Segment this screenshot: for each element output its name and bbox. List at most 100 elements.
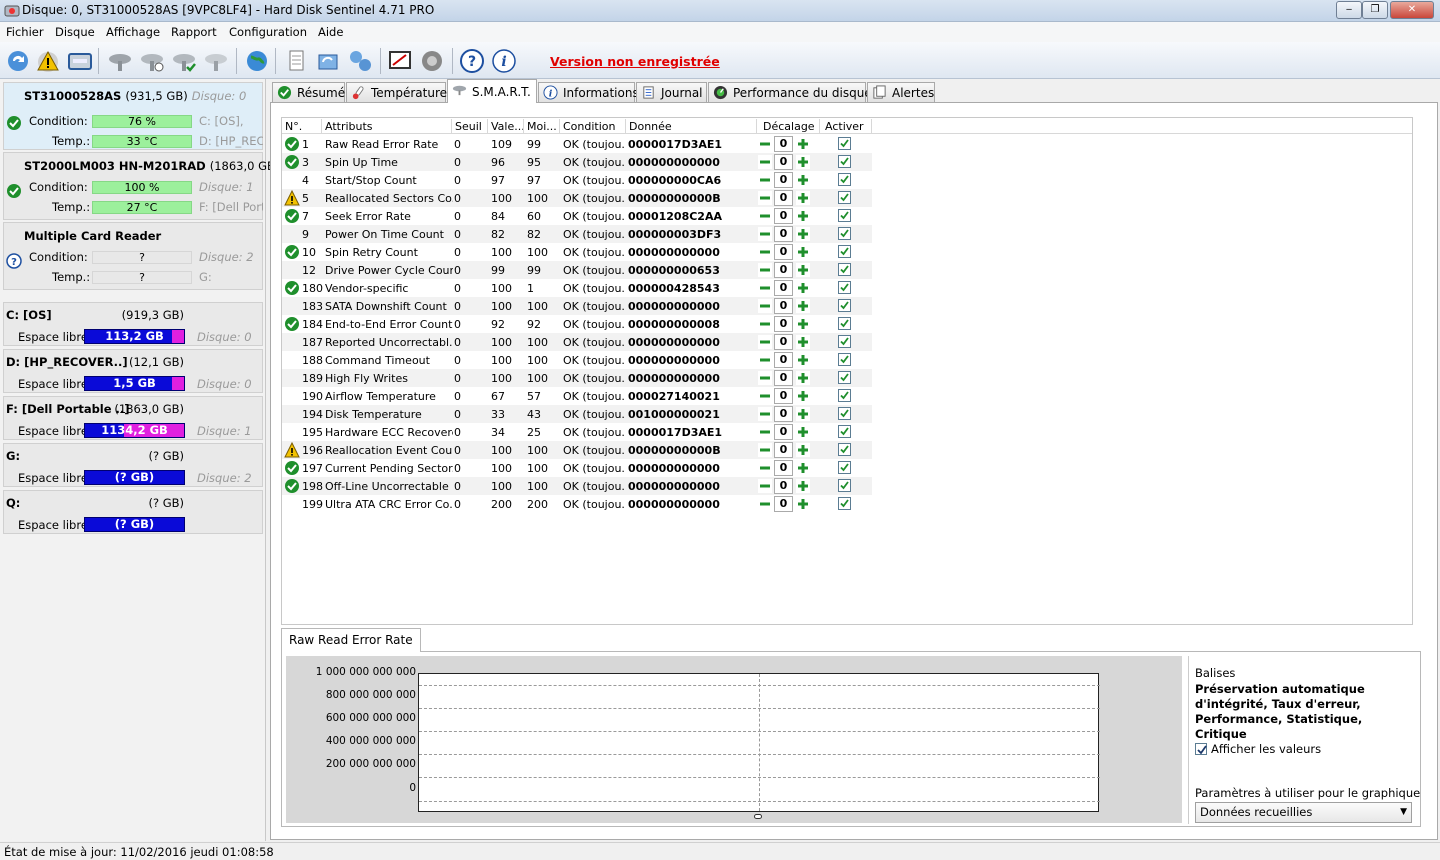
minus-icon[interactable] bbox=[758, 137, 772, 151]
table-row[interactable]: 194Disk Temperature 0 33 43 OK (toujou...001… bbox=[282, 405, 872, 423]
offset-stepper[interactable]: 0 bbox=[757, 262, 811, 278]
activate-checkbox[interactable] bbox=[838, 155, 851, 168]
table-row[interactable]: 189High Fly Writes0100100OK (toujou...00… bbox=[282, 369, 872, 387]
menu-affichage[interactable]: Affichage bbox=[106, 25, 160, 39]
menu-configuration[interactable]: Configuration bbox=[229, 25, 307, 39]
offset-stepper[interactable]: 0 bbox=[757, 190, 811, 206]
offset-value[interactable]: 0 bbox=[774, 442, 793, 458]
offset-stepper[interactable]: 0 bbox=[757, 136, 811, 152]
activate-checkbox[interactable] bbox=[838, 191, 851, 204]
volume-item[interactable]: Q: (? GB) Espace libre (? GB) bbox=[3, 490, 263, 534]
tab-journal[interactable]: Journal bbox=[636, 82, 707, 102]
column-header-donnee[interactable]: Donnée bbox=[629, 120, 672, 133]
offset-stepper[interactable]: 0 bbox=[757, 298, 811, 314]
activate-checkbox[interactable] bbox=[838, 137, 851, 150]
minus-icon[interactable] bbox=[758, 389, 772, 403]
tab-alertes[interactable]: Alertes bbox=[867, 82, 935, 102]
plus-icon[interactable] bbox=[796, 227, 810, 241]
plus-icon[interactable] bbox=[796, 137, 810, 151]
plus-icon[interactable] bbox=[796, 191, 810, 205]
activate-checkbox[interactable] bbox=[838, 389, 851, 402]
offset-value[interactable]: 0 bbox=[774, 424, 793, 440]
plus-icon[interactable] bbox=[796, 317, 810, 331]
offset-value[interactable]: 0 bbox=[774, 388, 793, 404]
column-header-condition[interactable]: Condition bbox=[563, 120, 616, 133]
table-row[interactable]: 198 Off-Line Uncorrectable ... 0 100 100 OK (… bbox=[282, 477, 872, 495]
minus-icon[interactable] bbox=[758, 479, 772, 493]
activate-checkbox[interactable] bbox=[838, 299, 851, 312]
globe-icon[interactable] bbox=[243, 47, 271, 75]
table-row[interactable]: 199 Ultra ATA CRC Error Co... 0 200 200 OK (t… bbox=[282, 495, 872, 513]
table-row[interactable]: 188Command Timeout0100100OK (toujou...00… bbox=[282, 351, 872, 369]
plus-icon[interactable] bbox=[796, 407, 810, 421]
offset-value[interactable]: 0 bbox=[774, 370, 793, 386]
minus-icon[interactable] bbox=[758, 371, 772, 385]
update-icon[interactable] bbox=[314, 47, 342, 75]
column-header-decalage[interactable]: Décalage bbox=[763, 120, 815, 133]
disk-settings-icon[interactable] bbox=[138, 47, 166, 75]
offset-value[interactable]: 0 bbox=[774, 154, 793, 170]
network-icon[interactable] bbox=[346, 47, 374, 75]
minus-icon[interactable] bbox=[758, 497, 772, 511]
offset-value[interactable]: 0 bbox=[774, 460, 793, 476]
report-icon[interactable] bbox=[282, 47, 310, 75]
activate-checkbox[interactable] bbox=[838, 227, 851, 240]
tab-resume[interactable]: Résumé bbox=[272, 82, 345, 102]
graph-params-select[interactable]: Données recueillies ▼ bbox=[1195, 802, 1412, 823]
offset-value[interactable]: 0 bbox=[774, 262, 793, 278]
activate-checkbox[interactable] bbox=[838, 479, 851, 492]
offset-stepper[interactable]: 0 bbox=[757, 442, 811, 458]
table-row[interactable]: 190Airflow Temperature 0 67 57 OK (toujou...… bbox=[282, 387, 872, 405]
table-row[interactable]: 187 Reported Uncorrectabl... 0 100 100 OK (to… bbox=[282, 333, 872, 351]
minus-icon[interactable] bbox=[758, 173, 772, 187]
offset-value[interactable]: 0 bbox=[774, 190, 793, 206]
minus-icon[interactable] bbox=[758, 425, 772, 439]
table-row[interactable]: 196 Reallocation Event Count 0 100 100 OK (to… bbox=[282, 441, 872, 459]
table-row[interactable]: 9Power On Time Count08282OK (toujou...00… bbox=[282, 225, 872, 243]
plus-icon[interactable] bbox=[796, 461, 810, 475]
minus-icon[interactable] bbox=[758, 353, 772, 367]
offset-stepper[interactable]: 0 bbox=[757, 478, 811, 494]
offset-value[interactable]: 0 bbox=[774, 172, 793, 188]
table-row[interactable]: 197 Current Pending Sector... 0 100 100 OK (t… bbox=[282, 459, 872, 477]
table-row[interactable]: 1Raw Read Error Rate010999OK (toujou...0… bbox=[282, 135, 872, 153]
table-row[interactable]: 183 SATA Downshift Count 0 100 100 OK (toujou… bbox=[282, 297, 872, 315]
offset-value[interactable]: 0 bbox=[774, 352, 793, 368]
activate-checkbox[interactable] bbox=[838, 353, 851, 366]
activate-checkbox[interactable] bbox=[838, 443, 851, 456]
activate-checkbox[interactable] bbox=[838, 317, 851, 330]
activate-checkbox[interactable] bbox=[838, 371, 851, 384]
activate-checkbox[interactable] bbox=[838, 209, 851, 222]
offset-stepper[interactable]: 0 bbox=[757, 334, 811, 350]
minus-icon[interactable] bbox=[758, 191, 772, 205]
refresh-icon[interactable] bbox=[4, 47, 32, 75]
offset-stepper[interactable]: 0 bbox=[757, 352, 811, 368]
tab-informations[interactable]: i Informations bbox=[538, 82, 639, 102]
minus-icon[interactable] bbox=[758, 245, 772, 259]
minus-icon[interactable] bbox=[758, 227, 772, 241]
offset-stepper[interactable]: 0 bbox=[757, 316, 811, 332]
plus-icon[interactable] bbox=[796, 425, 810, 439]
minus-icon[interactable] bbox=[758, 209, 772, 223]
offset-value[interactable]: 0 bbox=[774, 244, 793, 260]
offset-value[interactable]: 0 bbox=[774, 478, 793, 494]
minus-icon[interactable] bbox=[758, 263, 772, 277]
show-values-checkbox[interactable] bbox=[1195, 743, 1207, 755]
disk-item[interactable]: Multiple Card Reader ? Condition: ? Disq… bbox=[3, 222, 263, 290]
disk-check-icon[interactable] bbox=[170, 47, 198, 75]
table-row[interactable]: 5 Reallocated Sectors Co... 0 100 100 OK (tou… bbox=[282, 189, 872, 207]
table-row[interactable]: 12 Drive Power Cycle Count 0 99 99 OK (toujou… bbox=[282, 261, 872, 279]
offset-stepper[interactable]: 0 bbox=[757, 424, 811, 440]
plus-icon[interactable] bbox=[796, 497, 810, 511]
table-row[interactable]: 195 Hardware ECC Recovered 0 34 25 OK (toujou… bbox=[282, 423, 872, 441]
volume-item[interactable]: G: (? GB) Espace libre (? GB) Disque: 2 bbox=[3, 443, 263, 487]
plus-icon[interactable] bbox=[796, 443, 810, 457]
minus-icon[interactable] bbox=[758, 407, 772, 421]
offset-stepper[interactable]: 0 bbox=[757, 172, 811, 188]
test-icon[interactable] bbox=[386, 47, 414, 75]
table-row[interactable]: 4Start/Stop Count09797OK (toujou...00000… bbox=[282, 171, 872, 189]
activate-checkbox[interactable] bbox=[838, 407, 851, 420]
tab-performance[interactable]: Performance du disque bbox=[708, 82, 872, 102]
offset-stepper[interactable]: 0 bbox=[757, 280, 811, 296]
offset-stepper[interactable]: 0 bbox=[757, 226, 811, 242]
